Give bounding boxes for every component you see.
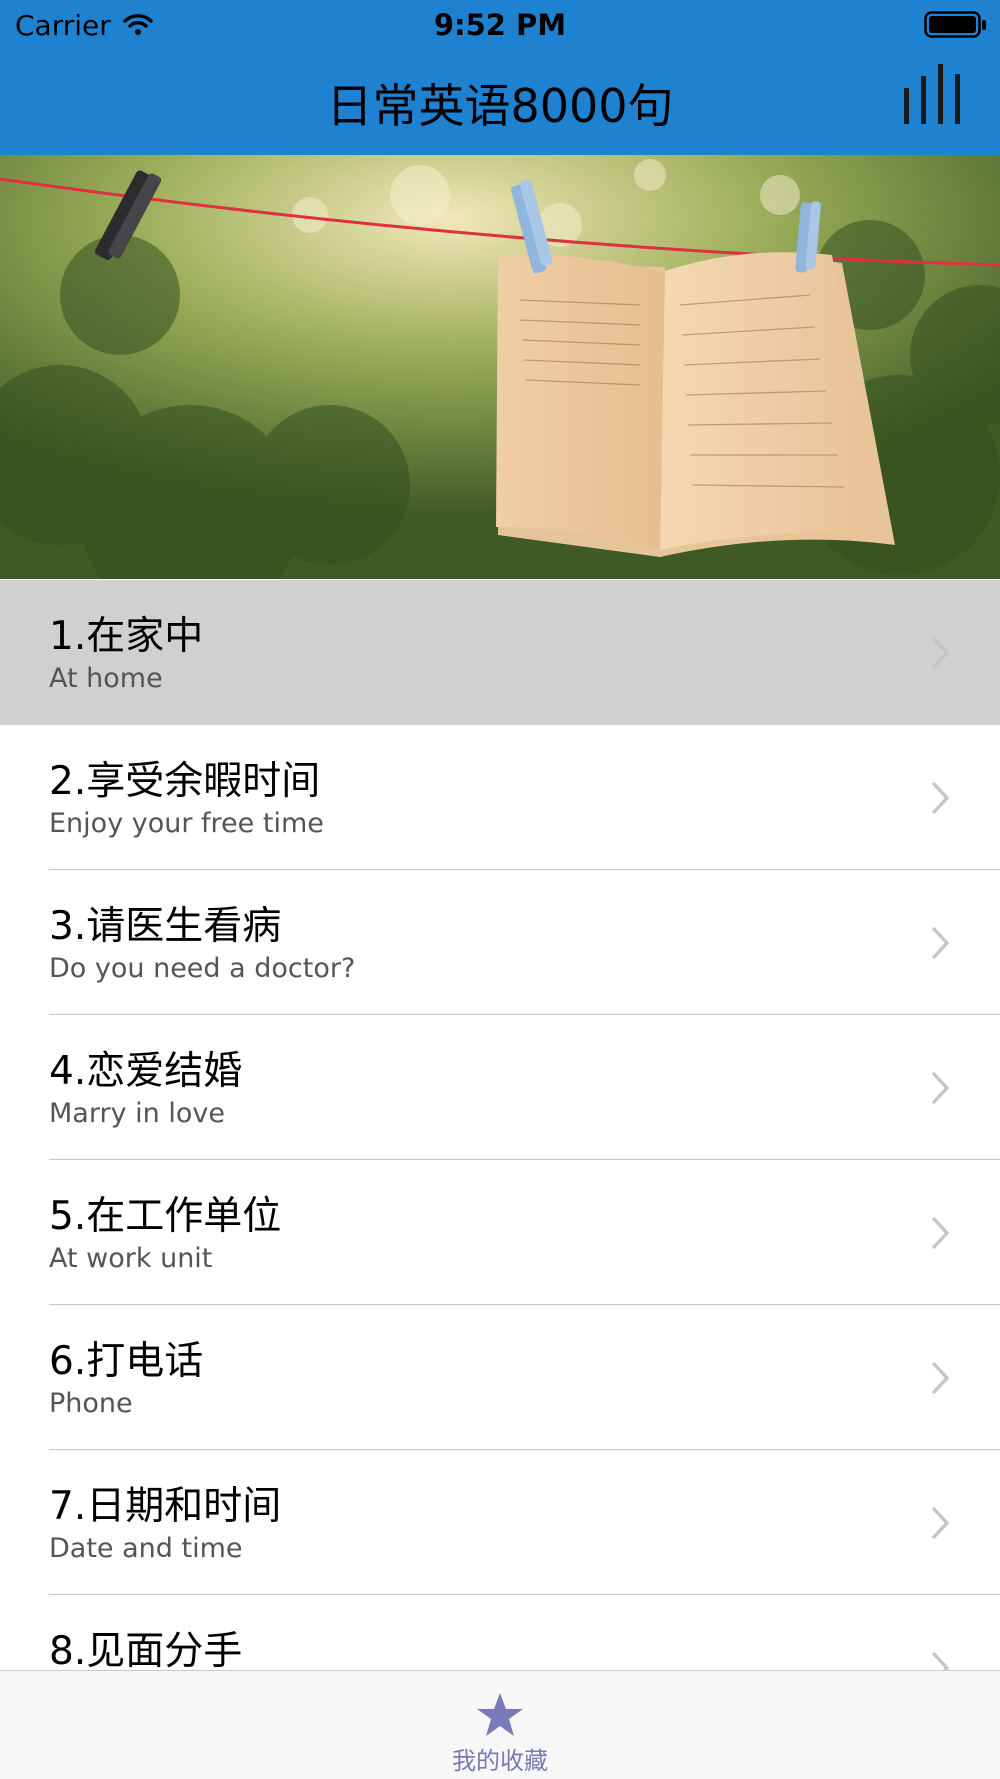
list-item-title: 1.在家中 (49, 614, 204, 659)
list-item-title: 5.在工作单位 (49, 1194, 282, 1239)
list-item-subtitle: At work unit (49, 1243, 213, 1274)
list-item[interactable]: 3.请医生看病 Do you need a doctor? (0, 870, 1000, 1015)
list-item-title: 8.见面分手 (49, 1629, 243, 1674)
list-item[interactable]: 7.日期和时间 Date and time (0, 1450, 1000, 1595)
topic-list: 1.在家中 At home 2.享受余暇时间 Enjoy your free t… (0, 580, 1000, 1740)
list-item-subtitle: Do you need a doctor? (49, 953, 356, 984)
list-item[interactable]: 6.打电话 Phone (0, 1305, 1000, 1450)
tab-bar: 我的收藏 (0, 1670, 1000, 1779)
list-item[interactable]: 1.在家中 At home (0, 580, 1000, 725)
list-item-title: 7.日期和时间 (49, 1484, 282, 1529)
chevron-right-icon (930, 781, 952, 819)
list-item-subtitle: Date and time (49, 1533, 243, 1564)
chevron-right-icon (930, 636, 952, 674)
status-time: 9:52 PM (433, 8, 567, 42)
list-item-title: 6.打电话 (49, 1339, 204, 1384)
chevron-right-icon (930, 1506, 952, 1544)
battery-icon (924, 11, 988, 43)
list-item[interactable]: 5.在工作单位 At work unit (0, 1160, 1000, 1305)
list-item-subtitle: Enjoy your free time (49, 808, 324, 839)
list-item[interactable]: 4.恋爱结婚 Marry in love (0, 1015, 1000, 1160)
list-item-subtitle: Marry in love (49, 1098, 225, 1129)
list-item-title: 4.恋爱结婚 (49, 1049, 243, 1094)
navigation-header: Carrier 9:52 PM 日常英语8000句 (0, 0, 1000, 155)
list-item[interactable]: 2.享受余暇时间 Enjoy your free time (0, 725, 1000, 870)
list-item-title: 2.享受余暇时间 (49, 759, 321, 804)
chevron-right-icon (930, 1216, 952, 1254)
status-bar: Carrier 9:52 PM (0, 0, 1000, 50)
chevron-right-icon (930, 926, 952, 964)
chevron-right-icon (930, 1361, 952, 1399)
page-title: 日常英语8000句 (326, 79, 674, 133)
banner-image (0, 155, 1000, 579)
tab-favorites[interactable]: 我的收藏 (400, 1671, 600, 1779)
list-item-subtitle: Phone (49, 1388, 133, 1419)
star-icon (475, 1691, 525, 1743)
tab-favorites-label: 我的收藏 (452, 1747, 548, 1775)
list-item-title: 3.请医生看病 (49, 904, 282, 949)
stats-bars-icon[interactable] (900, 62, 966, 130)
chevron-right-icon (930, 1071, 952, 1109)
list-item-subtitle: At home (49, 663, 163, 694)
